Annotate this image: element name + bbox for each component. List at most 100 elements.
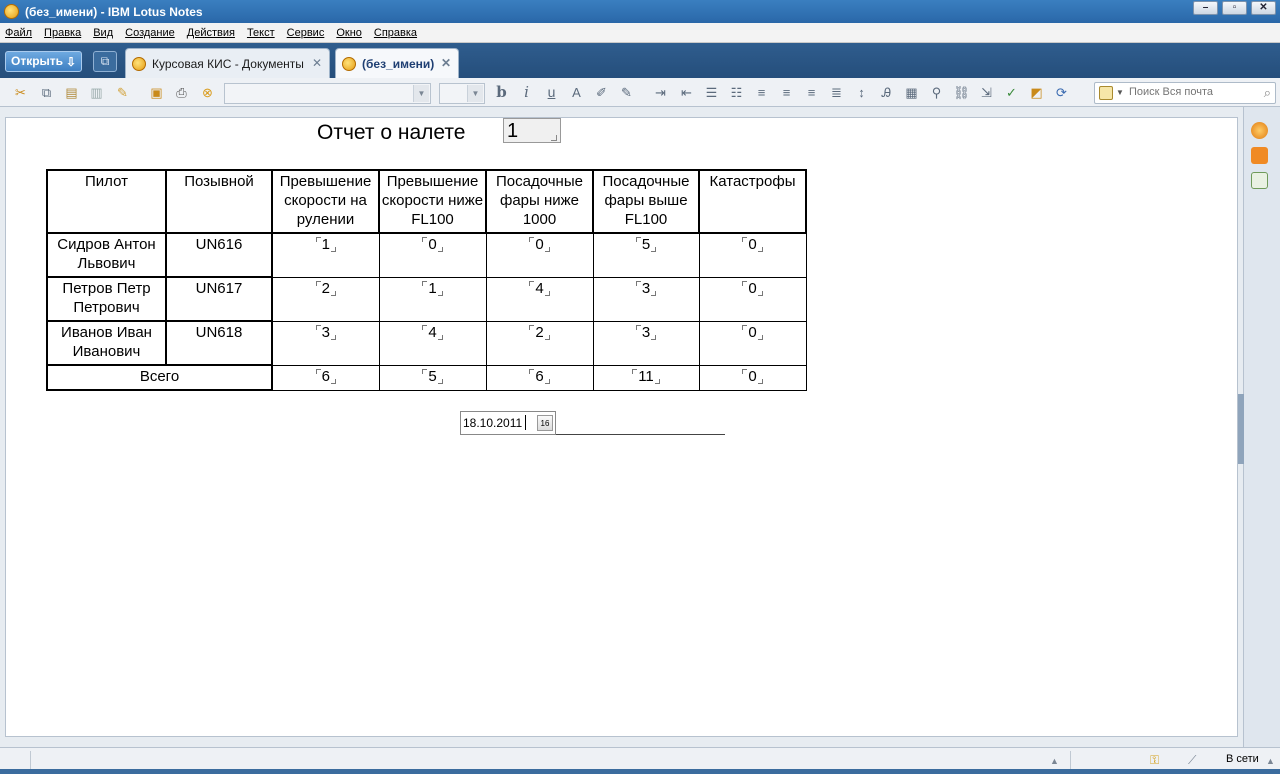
menu-tools[interactable]: Сервис [287,27,325,39]
close-tab-icon[interactable]: ✕ [441,56,451,70]
close-window-button[interactable]: ✕ [1251,1,1276,15]
value-cell[interactable]: 0 [698,232,807,278]
value-cell[interactable]: 3 [592,320,700,366]
refresh-icon[interactable]: ⟳ [1053,84,1070,101]
chevron-up-icon[interactable]: ▲ [1050,756,1059,766]
paste-special-icon[interactable]: ▥ [88,84,105,101]
underline-icon[interactable]: u [543,84,560,101]
value-cell[interactable]: 3 [271,320,380,366]
value-cell[interactable]: 0 [378,232,487,278]
italic-icon[interactable]: i [518,84,535,101]
online-status[interactable]: В сети [1226,753,1259,765]
editable-field[interactable]: 3 [315,323,337,342]
menu-create[interactable]: Создание [125,27,175,39]
mail-scope-icon[interactable] [1099,86,1113,100]
editable-field[interactable]: 3 [635,279,657,298]
editable-field[interactable]: 4 [528,279,551,298]
report-number-field[interactable]: 1 [503,118,561,143]
link-icon[interactable]: ⛓ [953,84,970,101]
table-icon[interactable]: ▦ [903,84,920,101]
menu-file[interactable]: Файл [5,27,32,39]
rss-feeds-icon[interactable] [1251,147,1268,164]
menu-actions[interactable]: Действия [187,27,235,39]
chevron-up-icon[interactable]: ▲ [1266,756,1275,766]
outdent-icon[interactable]: ⇤ [678,84,695,101]
editable-field[interactable]: 0 [528,235,551,254]
value-cell[interactable]: 2 [271,276,380,322]
calendar-button[interactable]: 16 [537,415,553,431]
style-dropdown[interactable]: ▼ [224,83,431,104]
value-cell[interactable]: 5 [592,232,700,278]
editable-field[interactable]: 2 [315,279,337,298]
total-cell[interactable]: 6 [271,364,380,391]
value-cell[interactable]: 4 [485,276,594,322]
editable-field[interactable]: 0 [741,235,764,254]
highlighter-icon[interactable]: ✐ [593,84,610,101]
value-cell[interactable]: 4 [378,320,487,366]
editable-field[interactable]: 2 [528,323,551,342]
editable-field[interactable]: 0 [741,323,764,342]
minimize-button[interactable]: – [1193,1,1218,15]
spell-check-icon[interactable]: ✓ [1003,84,1020,101]
editable-field[interactable]: 5 [635,235,657,254]
properties-icon[interactable]: ◩ [1028,84,1045,101]
editable-field[interactable]: 0 [421,235,444,254]
search-input[interactable] [1129,86,1254,98]
maximize-button[interactable]: ▫ [1222,1,1247,15]
text-style-icon[interactable]: Ꭿ [878,84,895,101]
value-cell[interactable]: 1 [378,276,487,322]
editable-field[interactable]: 1 [315,235,337,254]
value-cell[interactable]: 0 [698,276,807,322]
save-icon[interactable]: ▣ [148,84,165,101]
search-icon[interactable]: ⌕ [1264,85,1271,101]
key-icon[interactable]: ⚿ [1150,753,1159,768]
calendar-day-icon[interactable] [1251,172,1268,189]
cut-icon[interactable]: ✂ [12,84,29,101]
attach-icon[interactable]: ⚲ [928,84,945,101]
print-icon[interactable]: ⎙ [173,84,190,101]
editable-field[interactable]: 4 [421,323,444,342]
insert-icon[interactable]: ⇲ [978,84,995,101]
total-cell[interactable]: 0 [698,364,807,391]
align-left-icon[interactable]: ≡ [753,84,770,101]
menu-edit[interactable]: Правка [44,27,81,39]
sidebar-resize-handle[interactable] [1238,394,1244,464]
numbered-list-icon[interactable]: ☷ [728,84,745,101]
editable-field[interactable]: 1 [421,279,444,298]
menu-window[interactable]: Окно [336,27,362,39]
switch-window-button[interactable]: ⧉ [93,51,117,72]
align-right-icon[interactable]: ≡ [803,84,820,101]
highlight-color-icon[interactable]: ✎ [618,84,635,101]
align-center-icon[interactable]: ≡ [778,84,795,101]
paste-icon[interactable]: ▤ [63,84,80,101]
menu-help[interactable]: Справка [374,27,417,39]
menu-view[interactable]: Вид [93,27,113,39]
close-tab-icon[interactable]: ✕ [312,56,322,70]
line-spacing-icon[interactable]: ↕ [853,84,870,101]
chevron-down-icon[interactable]: ▼ [1116,88,1124,97]
connection-icon[interactable]: ⟋ [1188,753,1196,768]
value-cell[interactable]: 2 [485,320,594,366]
total-cell[interactable]: 6 [485,364,594,391]
search-box[interactable]: ▼ ⌕ [1094,82,1276,104]
indent-icon[interactable]: ⇥ [652,84,669,101]
total-cell[interactable]: 5 [378,364,487,391]
new-document-icon[interactable]: ✎ [114,84,131,101]
value-cell[interactable]: 0 [698,320,807,366]
total-cell[interactable]: 11 [592,364,700,391]
tab-untitled[interactable]: (без_имени) ✕ [335,48,459,78]
bullet-list-icon[interactable]: ☰ [703,84,720,101]
tab-documents[interactable]: Курсовая КИС - Документы ✕ [125,48,330,78]
editable-field[interactable]: 3 [635,323,657,342]
value-cell[interactable]: 3 [592,276,700,322]
value-cell[interactable]: 1 [271,232,380,278]
value-cell[interactable]: 0 [485,232,594,278]
editable-field[interactable]: 0 [741,279,764,298]
align-justify-icon[interactable]: ≣ [828,84,845,101]
sametime-icon[interactable] [1251,122,1268,139]
copy-icon[interactable]: ⧉ [38,84,55,101]
open-button[interactable]: Открыть ⇩ [5,51,82,72]
font-size-dropdown[interactable]: ▼ [439,83,485,104]
bold-icon[interactable]: b [493,84,510,101]
menu-text[interactable]: Текст [247,27,275,39]
